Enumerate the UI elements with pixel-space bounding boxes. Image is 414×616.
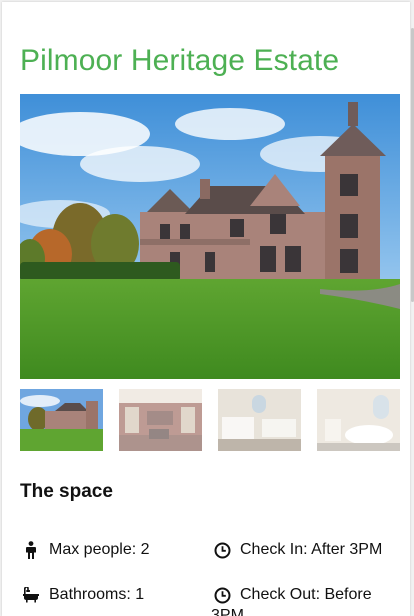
main-photo[interactable] xyxy=(20,94,400,379)
thumbnail-bathroom[interactable] xyxy=(317,389,400,451)
thumbnail-bedroom[interactable] xyxy=(218,389,301,451)
amenity-check-out: Check Out: Before xyxy=(213,582,372,608)
check-out-overflow-text: 3PM xyxy=(211,607,244,616)
thumbnail-bedroom-image xyxy=(218,389,301,451)
thumbnail-drawing-room[interactable] xyxy=(119,389,202,451)
clock-icon xyxy=(213,541,231,559)
amenity-max-people: Max people: 2 xyxy=(22,537,150,563)
property-card: Pilmoor Heritage Estate The space Max pe… xyxy=(2,2,410,616)
thumbnail-strip xyxy=(20,389,410,451)
amenity-check-in: Check In: After 3PM xyxy=(213,537,382,563)
mansion-image xyxy=(20,94,400,379)
max-people-label: Max people: 2 xyxy=(49,541,150,558)
thumbnail-exterior-image xyxy=(20,389,103,451)
amenity-bathrooms: Bathrooms: 1 xyxy=(22,582,144,608)
clock-icon xyxy=(213,586,231,604)
thumbnail-bathroom-image xyxy=(317,389,400,451)
bathrooms-label: Bathrooms: 1 xyxy=(49,586,145,603)
check-out-label: Check Out: Before xyxy=(240,586,372,603)
person-icon xyxy=(22,541,40,559)
thumbnail-exterior[interactable] xyxy=(20,389,103,451)
section-heading-space: The space xyxy=(20,481,113,502)
property-title: Pilmoor Heritage Estate xyxy=(20,44,340,77)
check-in-label: Check In: After 3PM xyxy=(240,541,383,558)
thumbnail-drawing-room-image xyxy=(119,389,202,451)
bathtub-icon xyxy=(22,586,40,604)
